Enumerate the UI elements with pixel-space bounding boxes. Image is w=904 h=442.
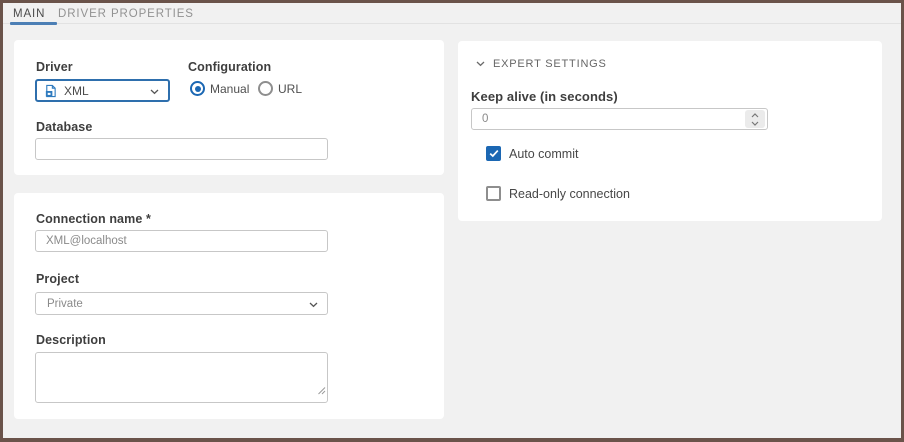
driver-select[interactable]: XML [35,79,170,102]
configuration-radio-url[interactable]: URL [258,81,302,96]
driver-label: Driver [36,60,73,74]
radio-label: URL [278,82,302,96]
project-select-value: Private [47,298,83,310]
chevron-down-icon [150,82,159,100]
database-input[interactable] [35,138,328,160]
spinner-up-button[interactable] [751,112,759,119]
keep-alive-label: Keep alive (in seconds) [471,89,618,104]
tab-main[interactable]: MAIN [13,3,45,24]
driver-select-value: XML [64,84,89,98]
chevron-down-icon [309,295,318,313]
spinner-down-button[interactable] [751,120,759,127]
checkbox-label: Auto commit [509,147,578,161]
connection-name-label: Connection name * [36,212,151,226]
keep-alive-spinner [745,110,765,128]
connection-name-input[interactable] [35,230,328,252]
expert-settings-header: EXPERT SETTINGS [493,58,607,70]
project-select[interactable]: Private [35,292,328,315]
read-only-connection-checkbox[interactable]: Read-only connection [486,186,630,201]
connection-settings-window: MAIN DRIVER PROPERTIES Driver XML Config… [0,0,904,442]
description-label: Description [36,333,106,347]
database-label: Database [36,120,92,134]
auto-commit-checkbox[interactable]: Auto commit [486,146,578,161]
checkbox-icon [486,146,501,161]
xml-file-icon [44,84,57,98]
configuration-radio-manual[interactable]: Manual [190,81,249,96]
expert-settings-toggle[interactable]: EXPERT SETTINGS [476,58,607,70]
project-label: Project [36,272,79,286]
chevron-down-icon [476,61,485,67]
radio-label: Manual [210,82,249,96]
radio-icon [190,81,205,96]
checkbox-label: Read-only connection [509,187,630,201]
checkbox-icon [486,186,501,201]
resize-handle-icon[interactable] [317,382,326,400]
description-field-wrapper [35,352,328,403]
radio-icon [258,81,273,96]
tab-driver-properties[interactable]: DRIVER PROPERTIES [58,3,194,24]
description-textarea[interactable] [35,352,328,403]
configuration-label: Configuration [188,60,271,74]
keep-alive-input[interactable] [471,108,768,130]
tab-bar: MAIN DRIVER PROPERTIES [3,3,901,24]
active-tab-underline [10,22,57,25]
